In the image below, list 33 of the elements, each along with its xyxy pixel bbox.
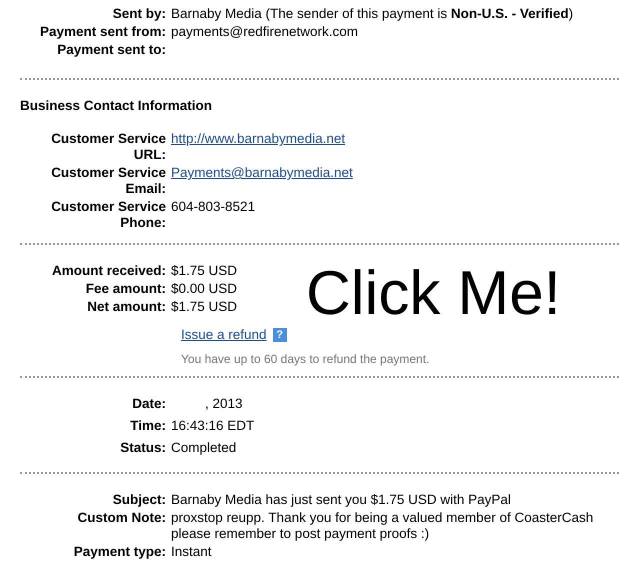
field-value: $1.75 USD bbox=[171, 299, 238, 314]
field-value: $1.75 USD bbox=[171, 263, 238, 278]
field-value: Barnaby Media has just sent you $1.75 USD with PayPal bbox=[171, 492, 511, 507]
field-value: Completed bbox=[171, 440, 236, 455]
section-heading: Business Contact Information bbox=[20, 98, 214, 113]
field-value: , 2013 bbox=[204, 396, 243, 411]
field-label: Custom Note: bbox=[76, 510, 166, 527]
field-label: Amount received: bbox=[50, 263, 166, 279]
field-label: Payment type: bbox=[72, 544, 166, 560]
field-label: Subject: bbox=[112, 492, 166, 508]
field-label: Customer Service URL: bbox=[50, 131, 166, 163]
refund-link[interactable]: Issue a refund bbox=[181, 327, 267, 342]
banner-text[interactable]: Click Me! bbox=[306, 261, 561, 327]
field-value: proxstop reupp. Thank you for being a valued member of CoasterCash please remember to post payment proofs :) bbox=[171, 510, 594, 541]
field-label: Customer Service Email: bbox=[50, 165, 166, 197]
field-value: payments@redfirenetwork.com bbox=[171, 24, 358, 39]
link[interactable]: Payments@barnabymedia.net bbox=[171, 165, 353, 180]
field-value: 16:43:16 EDT bbox=[171, 418, 254, 433]
field-label: Status: bbox=[119, 440, 166, 456]
field-label: Time: bbox=[129, 418, 166, 434]
field-label: Sent by: bbox=[112, 6, 166, 22]
link[interactable]: http://www.barnabymedia.net bbox=[171, 131, 346, 146]
field-label: Net amount: bbox=[86, 299, 166, 315]
field-value: 604-803-8521 bbox=[171, 199, 256, 214]
field-value: $0.00 USD bbox=[171, 281, 238, 296]
field-value: Barnaby Media (The sender of this payment is Non-U.S. - Verified) bbox=[171, 6, 574, 21]
field-label: Customer Service Phone: bbox=[50, 199, 166, 231]
field-label: Fee amount: bbox=[84, 281, 166, 297]
refund-note: You have up to 60 days to refund the payment. bbox=[181, 352, 430, 366]
field-value: Instant bbox=[171, 544, 212, 559]
field-label: Date: bbox=[131, 396, 166, 412]
field-label: Payment sent to: bbox=[56, 42, 166, 58]
field-label: Payment sent from: bbox=[38, 24, 166, 40]
